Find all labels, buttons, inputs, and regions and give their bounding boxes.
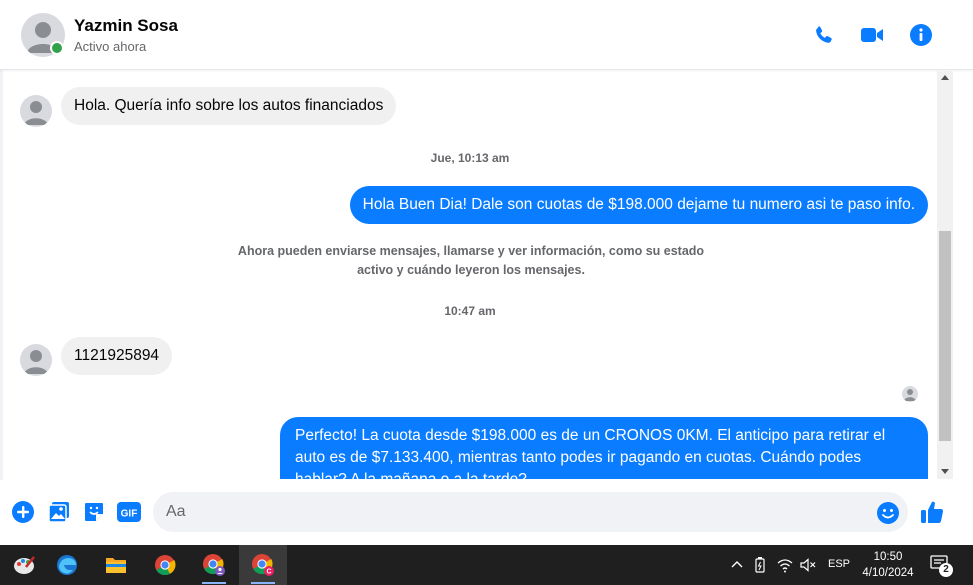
scroll-down-arrow-icon[interactable] bbox=[941, 469, 949, 474]
system-clock[interactable]: 10:50 4/10/2024 bbox=[855, 549, 921, 581]
tray-battery-icon[interactable] bbox=[752, 556, 768, 574]
outgoing-message[interactable]: Hola Buen Dia! Dale son cuotas de $198.0… bbox=[349, 186, 928, 224]
taskbar-app-edge-icon[interactable] bbox=[43, 545, 91, 585]
taskbar-app-paint-icon[interactable] bbox=[0, 545, 48, 585]
video-call-icon[interactable] bbox=[859, 22, 885, 48]
message-list[interactable]: Hola. Quería info sobre los autos financ… bbox=[4, 71, 936, 479]
like-thumb-icon[interactable] bbox=[919, 498, 945, 526]
message-line: hablar? A la mañana o a la tarde? bbox=[295, 469, 913, 479]
incoming-message[interactable]: Hola. Quería info sobre los autos financ… bbox=[61, 87, 397, 125]
contact-status: Activo ahora bbox=[74, 39, 147, 54]
contact-name[interactable]: Yazmin Sosa bbox=[74, 16, 178, 36]
chat-header: Yazmin Sosa Activo ahora bbox=[0, 0, 973, 70]
scroll-up-arrow-icon[interactable] bbox=[941, 75, 949, 80]
phone-call-icon[interactable] bbox=[811, 22, 837, 48]
message-composer: GIF bbox=[0, 480, 973, 545]
plus-icon[interactable] bbox=[11, 500, 35, 524]
message-input-wrapper bbox=[153, 492, 908, 532]
sender-avatar bbox=[20, 344, 52, 376]
message-line: Perfecto! La cuota desde $198.000 es de … bbox=[295, 427, 886, 444]
emoji-icon[interactable] bbox=[876, 501, 900, 525]
clock-date: 4/10/2024 bbox=[862, 567, 914, 579]
messenger-window: Yazmin Sosa Activo ahora Hola. Quería in… bbox=[0, 0, 973, 585]
gallery-icon[interactable] bbox=[47, 500, 71, 524]
incoming-message[interactable]: 1121925894 bbox=[61, 337, 173, 375]
scrollbar-thumb[interactable] bbox=[939, 231, 951, 441]
notification-center-icon[interactable]: 2 bbox=[930, 554, 956, 578]
taskbar-app-chrome-profile-icon[interactable] bbox=[190, 545, 238, 585]
info-icon[interactable] bbox=[908, 22, 934, 48]
system-notice-line: activo y cuándo leyeron los mensajes. bbox=[357, 263, 585, 277]
sticker-icon[interactable] bbox=[82, 500, 106, 524]
window-edge bbox=[0, 0, 3, 545]
notification-count-badge: 2 bbox=[939, 563, 953, 577]
online-status-dot bbox=[50, 41, 64, 55]
message-scrollbar[interactable] bbox=[937, 71, 953, 479]
tray-wifi-icon[interactable] bbox=[776, 556, 794, 574]
system-notice-line: Ahora pueden enviarse mensajes, llamarse… bbox=[237, 244, 705, 258]
svg-text:GIF: GIF bbox=[121, 509, 138, 520]
seen-avatar bbox=[902, 386, 918, 402]
svg-text:C: C bbox=[266, 569, 271, 576]
message-line: auto es de $7.133.400, mientras tanto po… bbox=[295, 449, 862, 466]
clock-time: 10:50 bbox=[873, 551, 903, 563]
taskbar-app-chrome-icon[interactable] bbox=[141, 545, 189, 585]
tray-chevron-up-icon[interactable] bbox=[730, 556, 744, 572]
taskbar-app-file-explorer-icon[interactable] bbox=[92, 545, 140, 585]
message-input[interactable] bbox=[166, 492, 866, 532]
taskbar-app-chrome-profile-active-icon[interactable]: C bbox=[239, 545, 287, 585]
outgoing-message[interactable]: Perfecto! La cuota desde $198.000 es de … bbox=[280, 417, 928, 479]
tray-volume-muted-icon[interactable] bbox=[799, 556, 817, 574]
gif-icon[interactable]: GIF bbox=[116, 500, 142, 524]
sender-avatar bbox=[20, 95, 52, 127]
windows-taskbar: C ESP 10:50 4/10/2024 2 bbox=[0, 545, 973, 585]
input-language[interactable]: ESP bbox=[828, 558, 850, 570]
timestamp: Jue, 10:13 am bbox=[430, 151, 510, 165]
timestamp: 10:47 am bbox=[444, 304, 496, 318]
